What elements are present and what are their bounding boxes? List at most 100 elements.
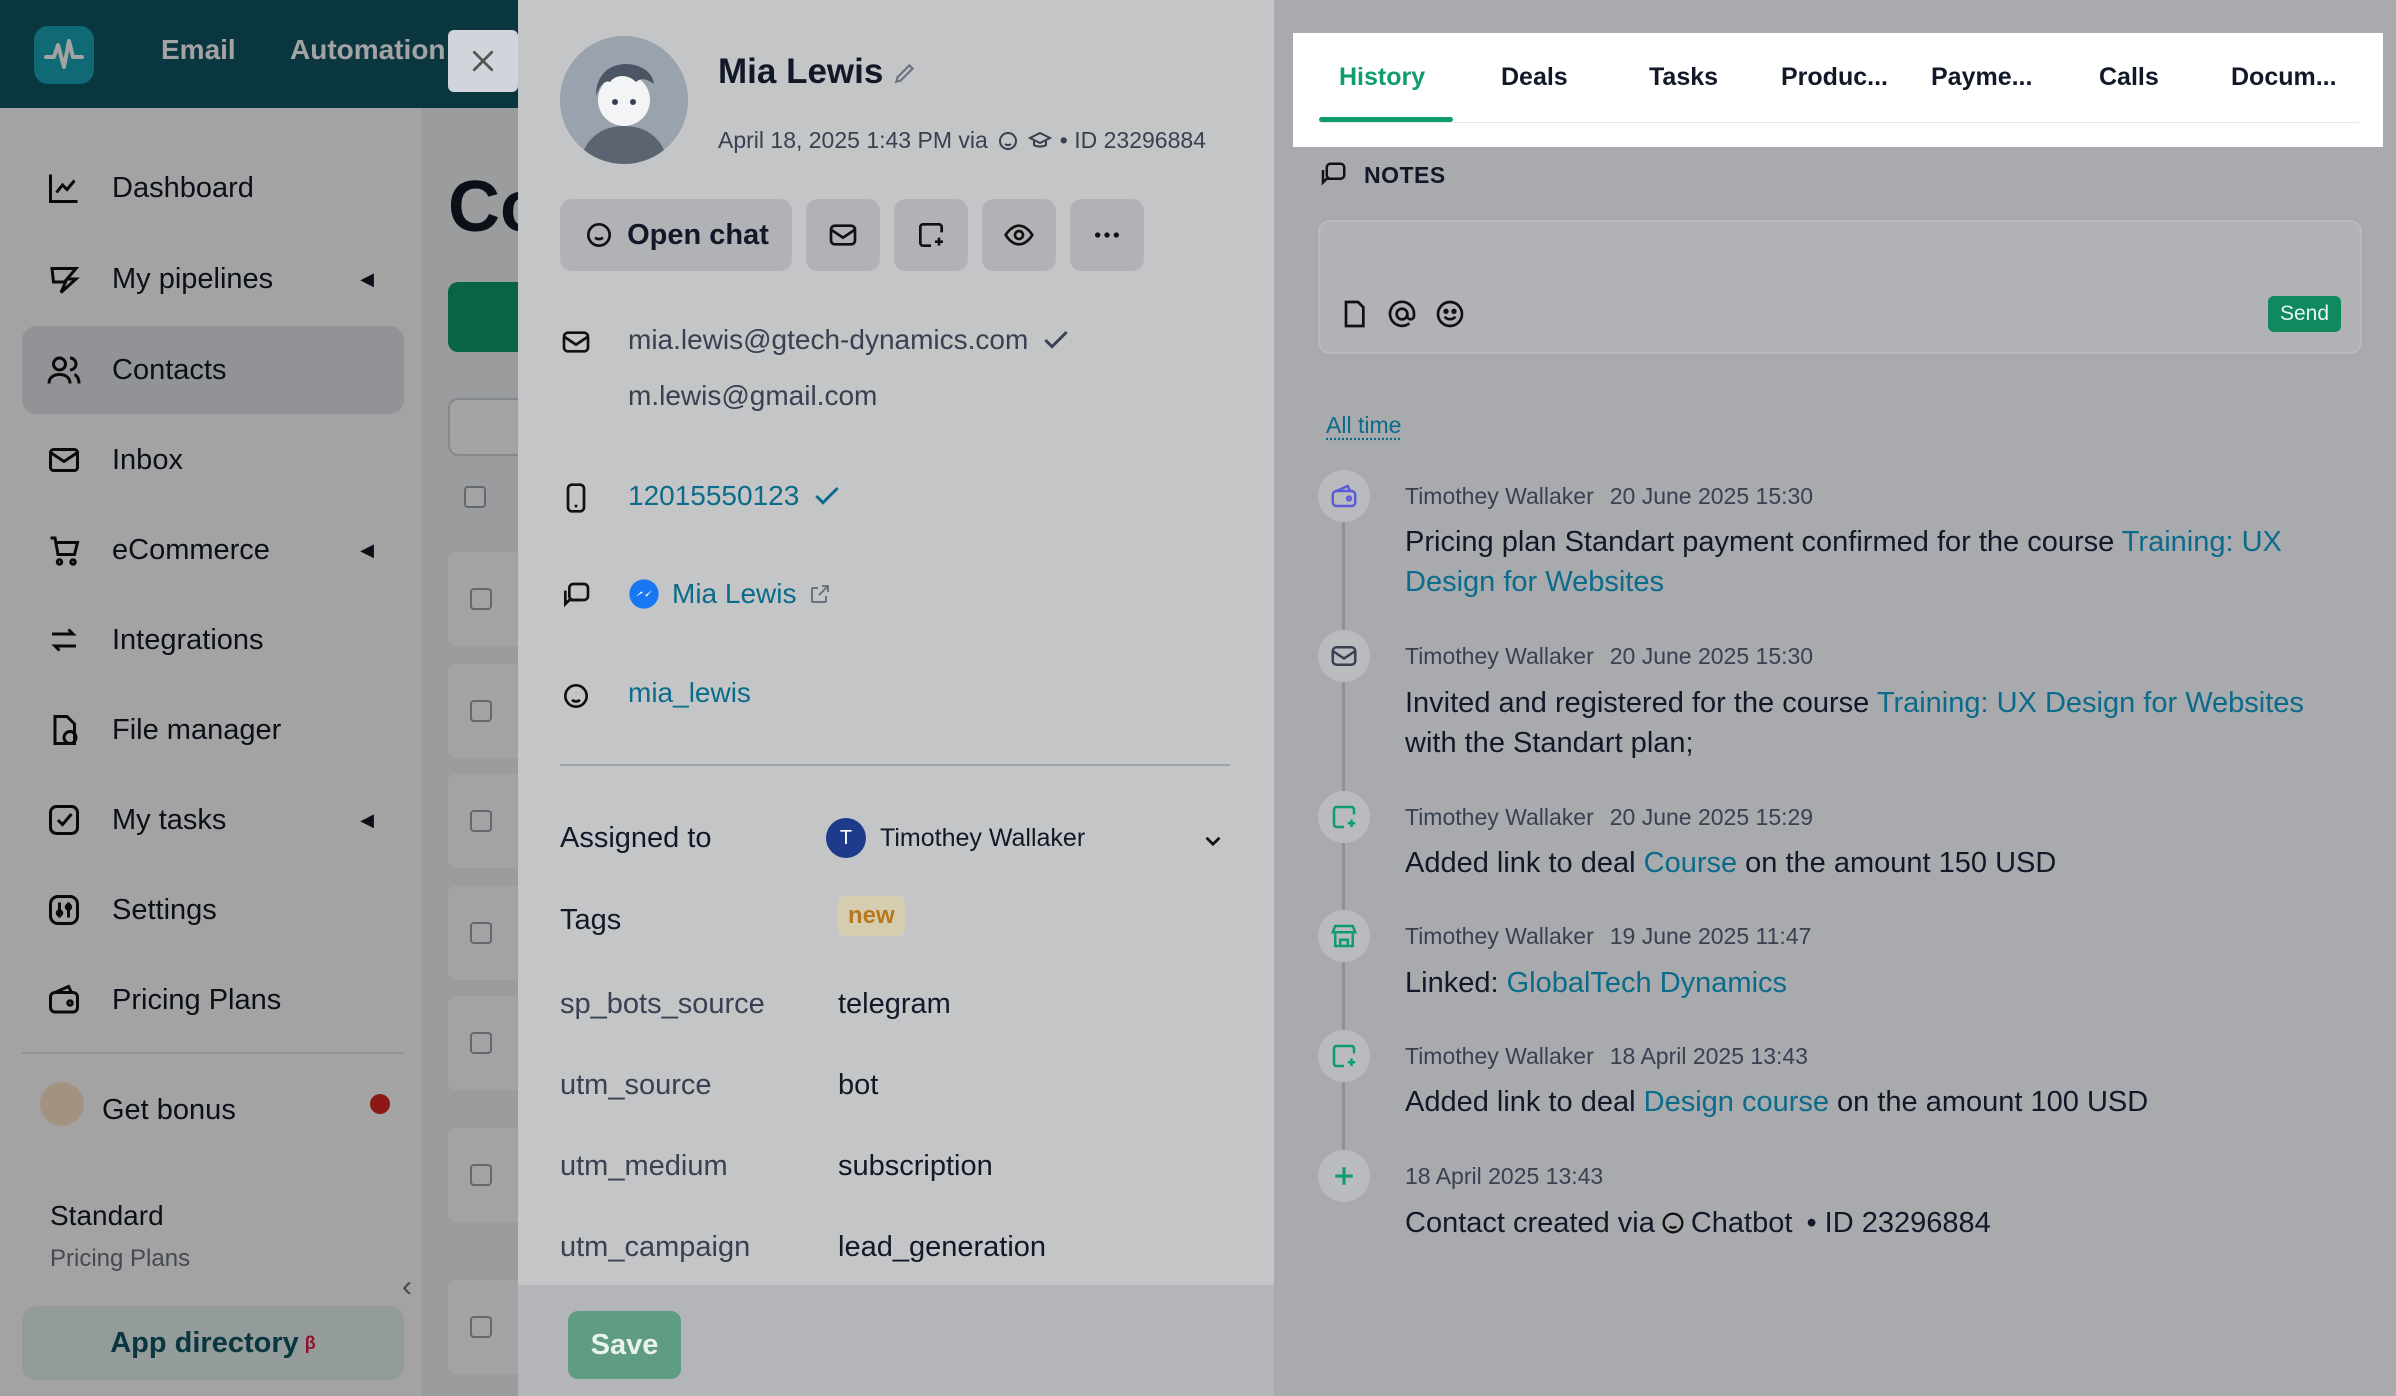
phone-icon — [566, 483, 586, 513]
field-label: utm_campaign — [560, 1231, 751, 1263]
tab-products[interactable]: Produc... — [1781, 63, 1888, 92]
notes-heading-label: NOTES — [1364, 161, 1446, 188]
entry-time: 18 April 2025 13:43 — [1609, 1043, 1808, 1069]
time-filter-dropdown[interactable]: All time — [1326, 412, 1401, 439]
email-secondary[interactable]: m.lewis@gmail.com — [628, 380, 877, 412]
entry-contact-id: • ID 23296884 — [1806, 1207, 1991, 1239]
contact-name: Mia Lewis — [718, 52, 884, 91]
close-drawer-button[interactable] — [448, 30, 518, 92]
messages-icon — [564, 582, 590, 608]
entry-author: Timothey Wallaker — [1405, 483, 1594, 509]
entry-text: Added link to deal — [1405, 847, 1644, 879]
timeline-entry-header: Timothey Wallaker 20 June 2025 15:29 — [1405, 804, 1813, 831]
field-label: sp_bots_source — [560, 988, 765, 1020]
timeline-entry-text: Invited and registered for the course Tr… — [1405, 683, 2345, 763]
section-divider — [560, 764, 1230, 766]
chatbot-icon — [1662, 1212, 1684, 1234]
assignee-name: Timothey Wallaker — [880, 823, 1086, 852]
open-chat-label: Open chat — [627, 218, 769, 251]
timeline-icon — [1318, 470, 1370, 522]
plus-icon — [1335, 1167, 1353, 1185]
store-icon — [1330, 924, 1358, 948]
timeline-icon — [1318, 630, 1370, 682]
eye-icon — [1004, 224, 1034, 246]
tab-history[interactable]: History — [1339, 63, 1425, 92]
external-link-icon — [811, 585, 830, 603]
send-email-button[interactable] — [806, 199, 880, 271]
messenger-icon — [629, 579, 659, 609]
mention-icon[interactable] — [1386, 298, 1418, 330]
entry-author: Timothey Wallaker — [1405, 1043, 1594, 1069]
history-tabs: History Deals Tasks Produc... Payme... C… — [1293, 33, 2383, 147]
add-deal-button[interactable] — [894, 199, 968, 271]
tab-payments[interactable]: Payme... — [1931, 63, 2032, 92]
username-link[interactable]: mia_lewis — [628, 677, 751, 709]
notes-input[interactable] — [1318, 220, 2362, 354]
assigned-to-label: Assigned to — [560, 822, 712, 854]
timeline-entry-text: Pricing plan Standart payment confirmed … — [1405, 522, 2345, 602]
timeline-entry-header: Timothey Wallaker 19 June 2025 11:47 — [1405, 923, 1811, 950]
deal-link[interactable]: Course — [1644, 847, 1738, 879]
field-value[interactable]: bot — [838, 1069, 878, 1102]
field-value[interactable]: lead_generation — [838, 1231, 1046, 1264]
entry-text-suffix: on the amount 150 USD — [1737, 847, 2057, 879]
edit-name-button[interactable] — [892, 60, 918, 91]
deal-add-icon — [919, 223, 943, 247]
open-chat-button[interactable]: Open chat — [560, 199, 792, 271]
pencil-icon — [894, 63, 915, 84]
attach-file-icon[interactable] — [1338, 298, 1370, 330]
assignee-select[interactable]: T Timothey Wallaker — [826, 818, 1085, 858]
mail-icon — [829, 224, 857, 246]
field-value[interactable]: subscription — [838, 1150, 993, 1183]
chat-icon — [587, 223, 612, 247]
emoji-icon[interactable] — [1434, 298, 1466, 330]
field-value[interactable]: telegram — [838, 988, 951, 1021]
created-date: April 18, 2025 1:43 PM via — [718, 127, 988, 153]
username-value: mia_lewis — [628, 677, 751, 708]
graduation-cap-icon — [1027, 131, 1052, 147]
tag-badge[interactable]: new — [838, 896, 905, 936]
company-link[interactable]: GlobalTech Dynamics — [1507, 967, 1787, 999]
chatbot-icon — [564, 684, 588, 708]
notes-heading: NOTES — [1318, 160, 1446, 190]
entry-text: Added link to deal — [1405, 1086, 1644, 1118]
field-label: utm_medium — [560, 1150, 728, 1182]
email-primary[interactable]: mia.lewis@gtech-dynamics.com — [628, 324, 1072, 356]
active-tab-indicator — [1319, 117, 1453, 122]
tab-deals[interactable]: Deals — [1501, 63, 1568, 92]
entry-time: 19 June 2025 11:47 — [1609, 923, 1812, 949]
tab-calls[interactable]: Calls — [2099, 63, 2159, 92]
save-button[interactable]: Save — [568, 1311, 681, 1379]
entry-text: Pricing plan Standart payment confirmed … — [1405, 526, 2122, 558]
more-actions-button[interactable] — [1070, 199, 1144, 271]
timeline-entry-header: Timothey Wallaker 18 April 2025 13:43 — [1405, 1043, 1808, 1070]
course-link[interactable]: Training: UX Design for Websites — [1877, 687, 2304, 719]
timeline-entry-header: Timothey Wallaker 20 June 2025 15:30 — [1405, 643, 1813, 670]
timeline-entry-text: Added link to deal Design course on the … — [1405, 1082, 2345, 1122]
chevron-down-icon[interactable] — [1200, 828, 1226, 854]
phone-link[interactable]: 12015550123 — [628, 480, 843, 512]
field-label: utm_source — [560, 1069, 712, 1101]
messenger-link[interactable]: Mia Lewis — [628, 578, 832, 610]
entry-author: Timothey Wallaker — [1405, 643, 1594, 669]
entry-text: Invited and registered for the course — [1405, 687, 1877, 719]
avatar[interactable] — [560, 36, 688, 164]
entry-time: 20 June 2025 15:30 — [1609, 643, 1814, 669]
deal-link[interactable]: Design course — [1644, 1086, 1829, 1118]
entry-author: Timothey Wallaker — [1405, 923, 1594, 949]
send-note-button[interactable]: Send — [2268, 296, 2341, 332]
timeline-icon — [1318, 1150, 1370, 1202]
tab-tasks[interactable]: Tasks — [1649, 63, 1718, 92]
entry-text: Linked: — [1405, 967, 1507, 999]
notes-toolbar — [1338, 298, 1466, 330]
tab-documents[interactable]: Docum... — [2231, 63, 2337, 92]
verified-check-icon — [815, 486, 840, 505]
view-button[interactable] — [982, 199, 1056, 271]
contact-id: • ID 23296884 — [1059, 127, 1206, 153]
mail-icon — [1331, 646, 1357, 666]
entry-text-suffix: with the Standart plan; — [1405, 727, 1694, 759]
phone-value: 12015550123 — [628, 480, 800, 511]
tags-label: Tags — [560, 904, 622, 936]
timeline-entry-text: Contact created via Chatbot • ID 2329688… — [1405, 1203, 2345, 1243]
timeline-icon — [1318, 1030, 1370, 1082]
